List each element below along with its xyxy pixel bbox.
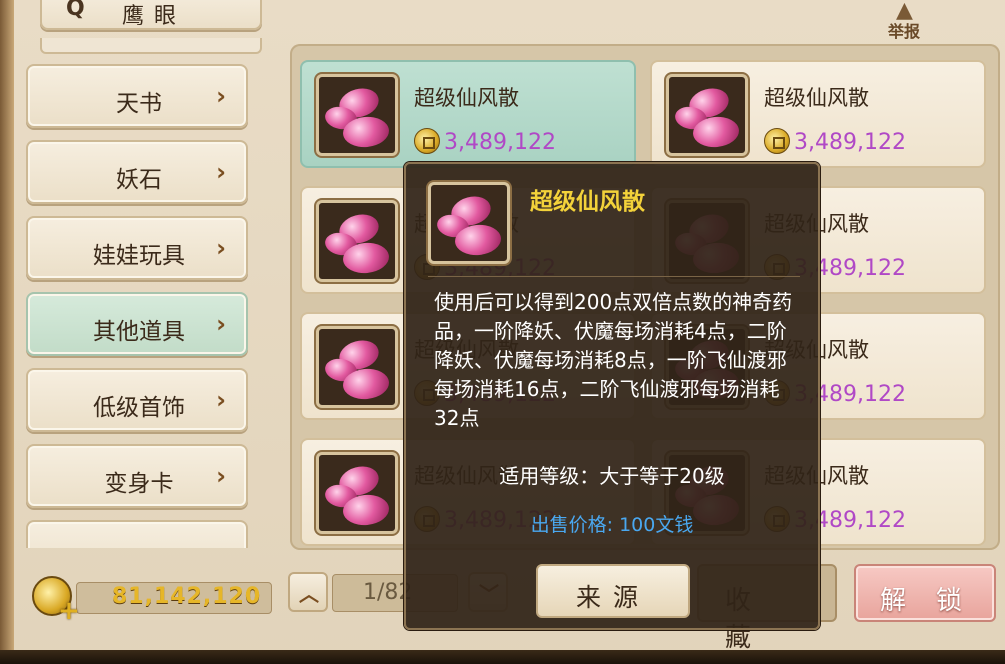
window-frame-left — [0, 0, 14, 664]
category-item[interactable]: 妖石 › — [26, 140, 248, 204]
item-price: 3,489,122 — [764, 128, 906, 155]
gold-coin-icon — [764, 128, 790, 154]
category-sidebar[interactable]: Q 鹰眼 天书 › 妖石 › 娃娃玩具 › 其他道具 › 低级首饰 › 变身卡 › — [14, 0, 266, 548]
game-shop-window: Q 鹰眼 天书 › 妖石 › 娃娃玩具 › 其他道具 › 低级首饰 › 变身卡 › ▲ 举报 超级仙风… — [0, 0, 1005, 664]
tooltip-sell-price: 出售价格: 100文钱 — [530, 514, 694, 536]
tooltip-item-name: 超级仙风散 — [530, 189, 645, 215]
chevron-right-icon: › — [216, 158, 226, 186]
item-card[interactable]: 超级仙风散 3,489,122 — [650, 60, 986, 168]
item-price-value: 3,489,122 — [444, 130, 556, 155]
chevron-right-icon: › — [216, 386, 226, 414]
source-button-label: 来源 — [575, 583, 650, 612]
tooltip-level-requirement: 适用等级：大于等于20级 — [499, 464, 725, 488]
chevron-right-icon: › — [216, 462, 226, 490]
category-item[interactable]: 变身卡 › — [26, 444, 248, 508]
category-item-partial[interactable] — [26, 520, 248, 548]
category-item[interactable]: 低级首饰 › — [26, 368, 248, 432]
gem-icon — [316, 200, 398, 282]
gem-icon — [316, 452, 398, 534]
item-price-value: 3,489,122 — [794, 130, 906, 155]
search-button-label: 鹰眼 — [122, 4, 187, 29]
category-item[interactable]: 其他道具 › — [26, 292, 248, 356]
gem-icon — [316, 326, 398, 408]
wallet[interactable]: + 81,142,120 — [32, 576, 272, 626]
item-tooltip: 超级仙风散 使用后可以得到200点双倍点数的神奇药品，一阶降妖、伏魔每场消耗4点… — [404, 162, 820, 630]
item-name: 超级仙风散 — [414, 86, 519, 110]
tooltip-divider — [428, 276, 800, 277]
unlock-button[interactable]: 解锁 — [854, 564, 996, 622]
category-item[interactable]: 娃娃玩具 › — [26, 216, 248, 280]
category-item[interactable]: 天书 › — [26, 64, 248, 128]
report-button[interactable]: ▲ 举报 — [886, 0, 932, 41]
eagle-eye-search-button[interactable]: Q 鹰眼 — [40, 0, 262, 30]
chevron-right-icon: › — [216, 234, 226, 262]
item-price: 3,489,122 — [414, 128, 556, 155]
window-frame-bottom — [0, 650, 1005, 664]
add-money-icon[interactable]: + — [58, 596, 80, 626]
wallet-amount: 81,142,120 — [112, 584, 262, 609]
gold-coin-icon — [414, 128, 440, 154]
gem-icon — [428, 182, 510, 264]
sidebar-divider — [40, 38, 262, 54]
item-card[interactable]: 超级仙风散 3,489,122 — [300, 60, 636, 168]
chevron-right-icon: › — [216, 310, 226, 338]
gem-icon — [666, 74, 748, 156]
tooltip-description: 使用后可以得到200点双倍点数的神奇药品，一阶降妖、伏魔每场消耗4点，二阶降妖、… — [434, 290, 793, 430]
page-up-button[interactable]: ︿ — [288, 572, 328, 612]
item-name: 超级仙风散 — [764, 86, 869, 110]
chevron-up-icon: ︿ — [299, 582, 319, 606]
chevron-right-icon: › — [216, 82, 226, 110]
gem-icon — [316, 74, 398, 156]
source-button[interactable]: 来源 — [536, 564, 690, 618]
report-label: 举报 — [888, 22, 921, 41]
search-icon: Q — [66, 0, 85, 21]
unlock-button-label: 解锁 — [880, 586, 993, 616]
